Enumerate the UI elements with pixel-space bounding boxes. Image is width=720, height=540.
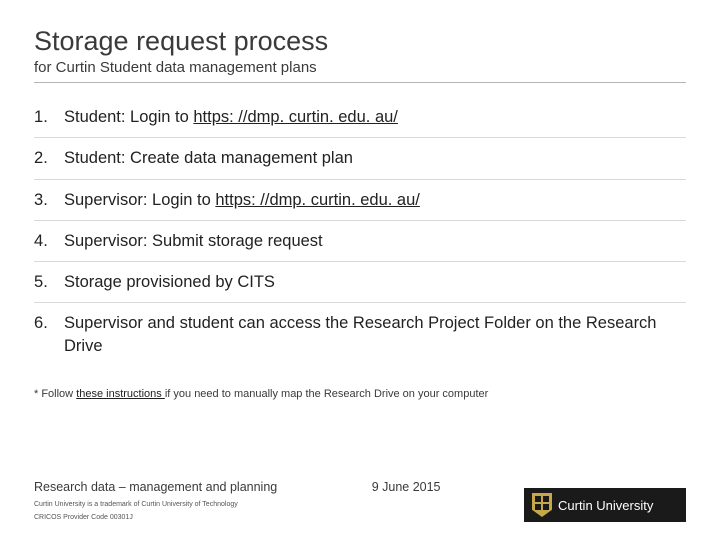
step-text: Supervisor: Submit storage request bbox=[64, 232, 323, 250]
footer-date: 9 June 2015 bbox=[372, 480, 441, 494]
page-title: Storage request process bbox=[34, 26, 686, 57]
step-link[interactable]: https: //dmp. curtin. edu. au/ bbox=[215, 191, 420, 209]
list-item: Supervisor: Submit storage request bbox=[34, 221, 686, 262]
list-item: Student: Login to https: //dmp. curtin. … bbox=[34, 97, 686, 138]
footnote-link[interactable]: these instructions bbox=[76, 388, 165, 400]
step-text: Student: Login to bbox=[64, 108, 193, 126]
curtin-logo: Curtin University bbox=[524, 488, 686, 522]
step-text: Supervisor: Login to bbox=[64, 191, 215, 209]
shield-icon bbox=[532, 493, 552, 517]
footnote-pre: * Follow bbox=[34, 388, 76, 400]
list-item: Supervisor: Login to https: //dmp. curti… bbox=[34, 180, 686, 221]
step-text: Supervisor and student can access the Re… bbox=[64, 314, 657, 354]
list-item: Student: Create data management plan bbox=[34, 138, 686, 179]
step-text: Student: Create data management plan bbox=[64, 149, 353, 167]
list-item: Supervisor and student can access the Re… bbox=[34, 303, 686, 366]
step-text: Storage provisioned by CITS bbox=[64, 273, 275, 291]
step-link[interactable]: https: //dmp. curtin. edu. au/ bbox=[193, 108, 398, 126]
steps-list: Student: Login to https: //dmp. curtin. … bbox=[34, 97, 686, 366]
footer: Research data – management and planning … bbox=[34, 478, 686, 522]
page-subtitle: for Curtin Student data management plans bbox=[34, 59, 686, 82]
logo-text: Curtin University bbox=[558, 498, 653, 513]
title-block: Storage request process for Curtin Stude… bbox=[34, 26, 686, 83]
footnote: * Follow these instructions if you need … bbox=[34, 388, 686, 400]
footer-label: Research data – management and planning bbox=[34, 480, 277, 494]
footnote-post: if you need to manually map the Research… bbox=[165, 388, 488, 400]
list-item: Storage provisioned by CITS bbox=[34, 262, 686, 303]
